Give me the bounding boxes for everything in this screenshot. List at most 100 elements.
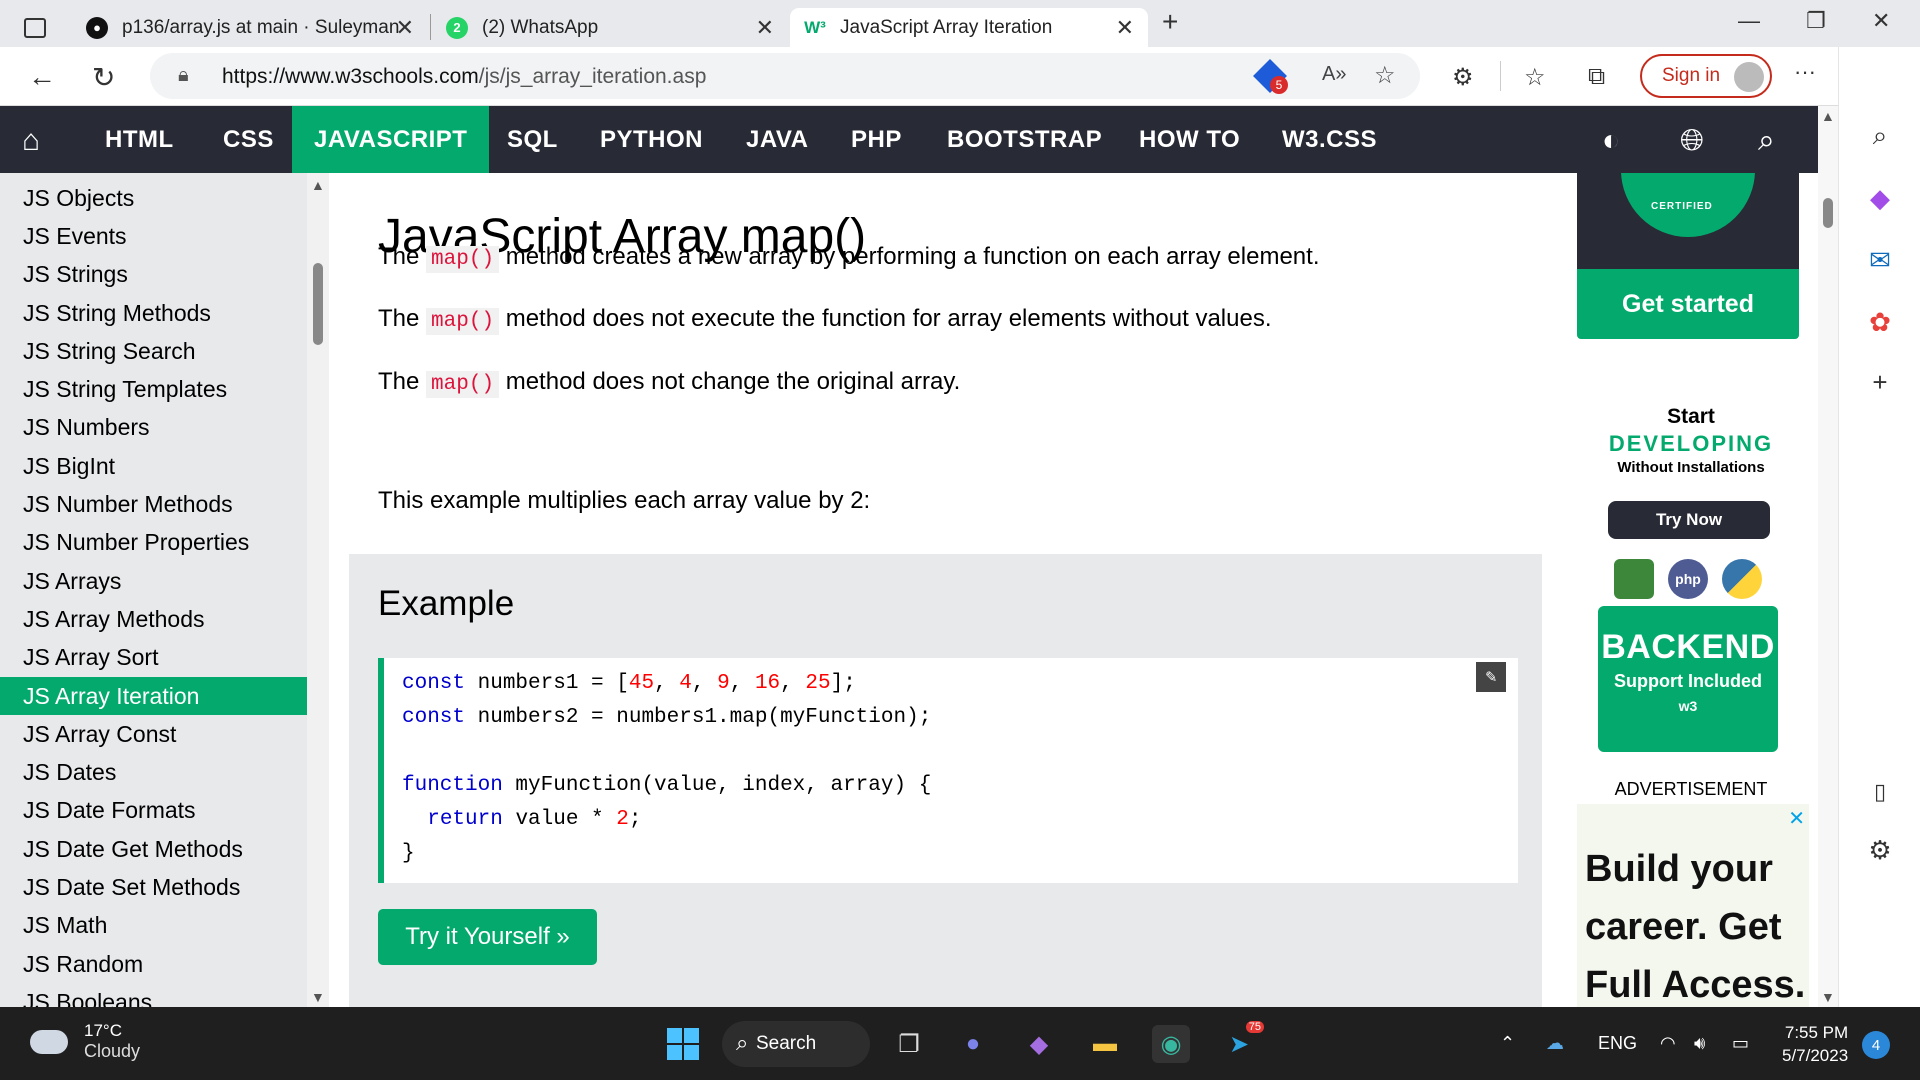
sidebar-item-js-math[interactable]: JS Math (0, 907, 307, 945)
back-icon[interactable]: ← (28, 61, 56, 93)
tab-github[interactable]: ● p136/array.js at main · Suleyman ✕ (72, 8, 428, 47)
backend-ad[interactable]: BACKEND Support Included w3 (1598, 606, 1778, 752)
search-icon[interactable]: ⌕ (1758, 124, 1775, 158)
telegram-icon[interactable]: ➤ 75 (1220, 1021, 1264, 1063)
sidebar-item-js-booleans[interactable]: JS Booleans (0, 983, 307, 1007)
career-ad[interactable]: ✕ Build your career. Get Full Access. (1577, 804, 1809, 1007)
sidebar-item-js-strings[interactable]: JS Strings (0, 256, 307, 294)
taskbar-search[interactable]: ⌕ Search (722, 1021, 870, 1067)
outlook-icon[interactable]: ✉ (1863, 243, 1897, 277)
sidebar-item-js-date-get-methods[interactable]: JS Date Get Methods (0, 830, 307, 868)
dark-mode-icon[interactable]: ◐ (1602, 124, 1620, 158)
profile-avatar (1734, 62, 1764, 92)
nav-sql[interactable]: SQL (507, 106, 558, 173)
nav-java[interactable]: JAVA (746, 106, 808, 173)
read-aloud-icon[interactable]: A» (1322, 63, 1346, 86)
refresh-icon[interactable]: ↻ (92, 61, 115, 94)
extensions-icon[interactable]: ⚙ (1452, 63, 1474, 92)
sign-in-button[interactable]: Sign in (1640, 54, 1772, 98)
scroll-up-arrow[interactable]: ▲ (1821, 108, 1835, 124)
nav-how-to[interactable]: HOW TO (1139, 106, 1240, 173)
try-now-button[interactable]: Try Now (1608, 501, 1770, 539)
visual-studio-icon[interactable]: ◆ (1020, 1025, 1058, 1063)
nav-bootstrap[interactable]: BOOTSTRAP (947, 106, 1102, 173)
nav-javascript[interactable]: JAVASCRIPT (292, 106, 490, 173)
scroll-down-arrow[interactable]: ▼ (311, 989, 325, 1005)
tab-w3schools[interactable]: W³ JavaScript Array Iteration ✕ (790, 8, 1148, 47)
sidebar-item-js-number-properties[interactable]: JS Number Properties (0, 524, 307, 562)
sidebar-toggle-icon[interactable]: ▯ (1863, 775, 1897, 809)
tab-actions-button[interactable] (0, 8, 72, 47)
sidebar-item-js-arrays[interactable]: JS Arrays (0, 562, 307, 600)
get-started-button[interactable]: Get started (1577, 269, 1799, 339)
close-ad-icon[interactable]: ✕ (1788, 806, 1805, 831)
system-clock[interactable]: 7:55 PM 5/7/2023 (1782, 1021, 1848, 1067)
onedrive-icon[interactable]: ☁ (1546, 1033, 1564, 1054)
wifi-icon[interactable]: ◠ (1660, 1033, 1676, 1054)
add-app-icon[interactable]: + (1863, 365, 1897, 399)
tab-whatsapp[interactable]: 2 (2) WhatsApp ✕ (432, 8, 788, 47)
sidebar-item-js-bigint[interactable]: JS BigInt (0, 447, 307, 485)
sidebar-item-js-string-search[interactable]: JS String Search (0, 332, 307, 370)
cloud-icon (30, 1029, 68, 1054)
volume-icon[interactable]: 🔊︎ (1694, 1033, 1705, 1054)
extension-shield-icon[interactable]: 5 (1253, 59, 1288, 94)
sidebar-item-js-numbers[interactable]: JS Numbers (0, 409, 307, 447)
sidebar-item-js-objects[interactable]: JS Objects (0, 179, 307, 217)
search-icon[interactable]: ⌕ (1863, 119, 1897, 153)
file-explorer-icon[interactable]: ▬ (1086, 1025, 1124, 1063)
games-icon[interactable]: ✿ (1863, 305, 1897, 339)
more-menu-button[interactable]: ··· (1794, 59, 1816, 85)
scroll-up-arrow[interactable]: ▲ (311, 177, 325, 193)
sidebar-item-js-string-templates[interactable]: JS String Templates (0, 370, 307, 408)
battery-icon[interactable]: ▭ (1732, 1033, 1749, 1054)
sidebar-scroll-thumb[interactable] (313, 263, 323, 345)
language-indicator[interactable]: ENG (1598, 1033, 1637, 1054)
restore-icon[interactable]: ❐ (1806, 8, 1826, 34)
home-icon[interactable]: ⌂ (22, 124, 40, 158)
color-picker-icon[interactable]: ✎ (1476, 662, 1506, 692)
nav-w3css[interactable]: W3.CSS (1282, 106, 1377, 173)
sidebar-item-js-array-const[interactable]: JS Array Const (0, 715, 307, 753)
nav-html[interactable]: HTML (105, 106, 174, 173)
teams-chat-icon[interactable]: ● (954, 1025, 992, 1063)
sidebar-item-js-dates[interactable]: JS Dates (0, 753, 307, 791)
nav-css[interactable]: CSS (223, 106, 274, 173)
close-window-icon[interactable]: ✕ (1872, 8, 1890, 34)
weather-widget[interactable]: 17°C Cloudy (30, 1021, 140, 1062)
add-favorite-icon[interactable]: ☆ (1374, 61, 1396, 90)
sidebar-item-js-date-formats[interactable]: JS Date Formats (0, 792, 307, 830)
close-tab-icon[interactable]: ✕ (396, 15, 414, 41)
sidebar-item-js-string-methods[interactable]: JS String Methods (0, 294, 307, 332)
sidebar-item-js-date-set-methods[interactable]: JS Date Set Methods (0, 868, 307, 906)
page-scroll-thumb[interactable] (1823, 198, 1833, 228)
address-bar[interactable]: 🔒︎ https://www.w3schools.com/js/js_array… (150, 53, 1420, 99)
sidebar-item-js-array-methods[interactable]: JS Array Methods (0, 600, 307, 638)
nav-php[interactable]: PHP (851, 106, 902, 173)
sidebar-scrollbar[interactable]: ▲ ▼ (307, 173, 329, 1007)
sidebar-item-js-events[interactable]: JS Events (0, 217, 307, 255)
scroll-down-arrow[interactable]: ▼ (1821, 989, 1835, 1005)
globe-icon[interactable]: 🌐︎ (1680, 124, 1704, 158)
chevron-up-icon[interactable]: ⌃ (1500, 1033, 1515, 1054)
sidebar-item-js-array-sort[interactable]: JS Array Sort (0, 639, 307, 677)
sidebar-item-js-number-methods[interactable]: JS Number Methods (0, 485, 307, 523)
nav-python[interactable]: PYTHON (600, 106, 703, 173)
start-icon[interactable] (664, 1025, 702, 1063)
notification-badge[interactable]: 4 (1862, 1031, 1890, 1059)
settings-icon[interactable]: ⚙ (1863, 833, 1897, 867)
collections-icon[interactable]: ⧉ (1588, 63, 1605, 91)
close-tab-icon[interactable]: ✕ (1116, 15, 1134, 41)
edge-icon[interactable]: ◉ (1152, 1025, 1190, 1063)
try-it-yourself-button[interactable]: Try it Yourself » (378, 909, 597, 965)
minimize-icon[interactable]: — (1738, 8, 1760, 34)
page-scrollbar[interactable]: ▲ ▼ (1818, 106, 1838, 1007)
sign-in-label: Sign in (1662, 65, 1721, 86)
favorites-icon[interactable]: ☆ (1524, 63, 1546, 92)
new-tab-button[interactable]: + (1162, 6, 1178, 38)
close-tab-icon[interactable]: ✕ (756, 15, 774, 41)
task-view-icon[interactable]: ❐ (890, 1025, 928, 1063)
sidebar-item-js-array-iteration[interactable]: JS Array Iteration (0, 676, 307, 716)
sidebar-item-js-random[interactable]: JS Random (0, 945, 307, 983)
shopping-icon[interactable]: ◆ (1863, 181, 1897, 215)
